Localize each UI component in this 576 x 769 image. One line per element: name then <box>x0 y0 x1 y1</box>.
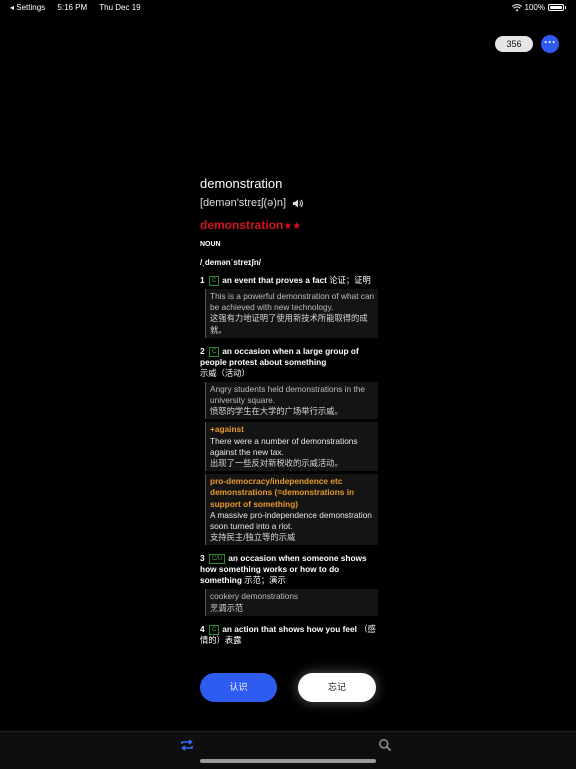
part-of-speech: NOUN <box>200 241 221 248</box>
speaker-icon[interactable] <box>292 198 304 209</box>
status-bar: ◂ Settings 5:16 PM Thu Dec 19 100% <box>0 0 576 14</box>
sense-number: 3 <box>200 553 205 564</box>
sense-translation: 示威（活动） <box>200 367 250 378</box>
frequency-stars: ★★ <box>283 221 302 232</box>
forget-button[interactable]: 忘记 <box>298 673 376 702</box>
example-block: Angry students held demonstrations in th… <box>205 381 378 420</box>
battery-percent: 100% <box>524 3 545 12</box>
sense-definition: an action that shows how you feel <box>222 623 357 634</box>
countability-badge: C/U <box>208 554 226 565</box>
example-zh: 烹调示范 <box>210 602 244 613</box>
example-zh: 愤怒的学生在大学的广场举行示威。 <box>210 406 343 417</box>
sense-3: 3 C/U an occasion when someone shows how … <box>200 553 378 586</box>
sense-translation: 论证；证明 <box>329 275 371 285</box>
sense-definition: an occasion when a large group of people… <box>200 345 359 367</box>
status-time: 5:16 PM <box>57 3 88 12</box>
example-block: +against There were a number of demonstr… <box>205 422 378 472</box>
example-block: This is a powerful demonstration of what… <box>205 289 378 338</box>
entry-headword: demonstration <box>200 218 284 232</box>
sense-2: 2 Can occasion when a large group of peo… <box>200 346 378 379</box>
example-en: Angry students held demonstrations in th… <box>210 383 365 406</box>
headword: demonstration <box>200 176 283 191</box>
sense-1: 1 Can event that proves a fact 论证；证明 <box>200 275 378 286</box>
tab-bar <box>0 731 576 769</box>
countability-badge: C <box>208 624 220 635</box>
phonetic: [demən'streɪʃ(ə)n] <box>200 197 287 209</box>
sense-number: 4 <box>200 623 205 634</box>
example-block: cookery demonstrations 烹调示范 <box>205 589 378 616</box>
sense-definition: an event that proves a fact <box>222 275 327 285</box>
sense-translation: 示范；演示 <box>244 575 286 586</box>
word-count-badge[interactable]: 356 <box>495 36 533 52</box>
example-en: This is a powerful demonstration of what… <box>210 291 375 313</box>
word-card: demonstration [demən'streɪʃ(ə)n] demonst… <box>200 176 378 646</box>
sense-number: 1 <box>200 275 205 285</box>
back-to-settings-link[interactable]: ◂ Settings <box>10 3 45 12</box>
countability-badge: C <box>208 346 220 357</box>
know-button[interactable]: 认识 <box>200 673 277 702</box>
battery-icon <box>548 4 564 11</box>
example-pattern: pro-democracy/independence etc demonstra… <box>210 476 355 509</box>
ipa-pronunciation: /ˌdemənˈstreɪʃn/ <box>200 258 262 267</box>
countability-badge: C <box>208 276 220 286</box>
example-zh: 支持民主/独立等的示威 <box>210 532 296 543</box>
example-zh: 这强有力地证明了使用新技术所能取得的成就。 <box>210 313 368 335</box>
entry-title: demonstration★★ <box>200 218 378 232</box>
wifi-icon <box>511 3 522 11</box>
example-en: A massive pro-independence demonstration… <box>210 509 372 532</box>
status-date: Thu Dec 19 <box>99 3 141 12</box>
phonetic-row: [demən'streɪʃ(ə)n] <box>200 197 378 209</box>
example-en: There were a number of demonstrations ag… <box>210 435 358 457</box>
example-block: pro-democracy/independence etc demonstra… <box>205 474 378 546</box>
example-zh: 出现了一些反对新税收的示威活动。 <box>210 458 343 469</box>
more-options-button[interactable]: ··· <box>541 35 559 53</box>
repeat-icon[interactable] <box>180 738 194 752</box>
sense-4: 4 Can action that shows how you feel （感情… <box>200 624 378 646</box>
example-pattern: +against <box>210 424 244 435</box>
example-en: cookery demonstrations <box>210 591 299 602</box>
sense-number: 2 <box>200 345 205 356</box>
search-icon[interactable] <box>378 738 392 752</box>
home-indicator[interactable] <box>200 759 376 763</box>
